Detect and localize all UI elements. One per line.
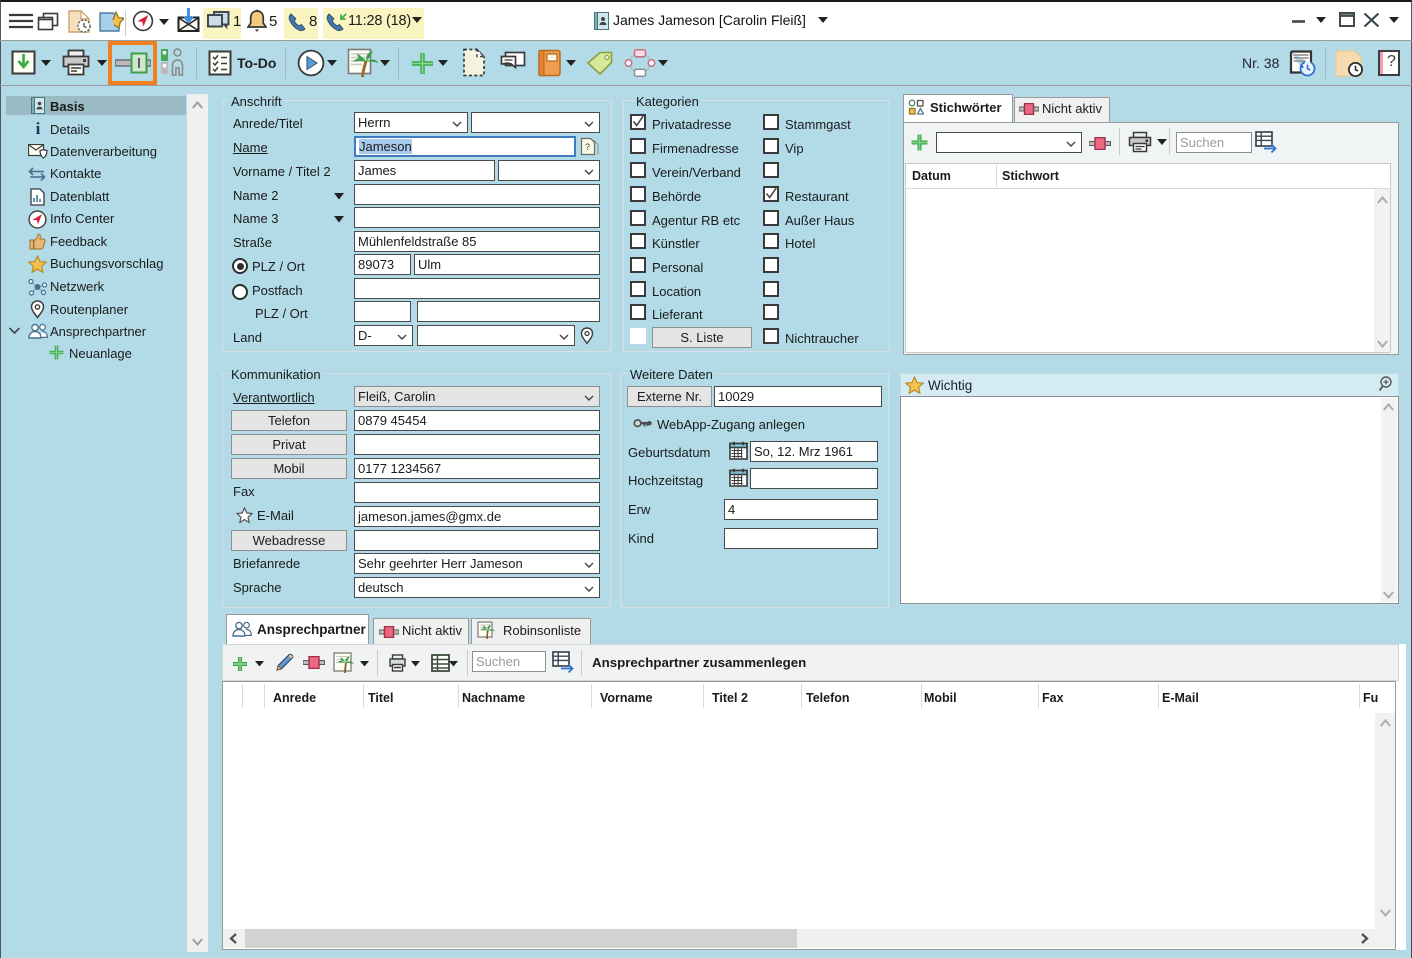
svg-text:i: i	[36, 120, 41, 137]
svg-text:?: ?	[585, 142, 590, 152]
